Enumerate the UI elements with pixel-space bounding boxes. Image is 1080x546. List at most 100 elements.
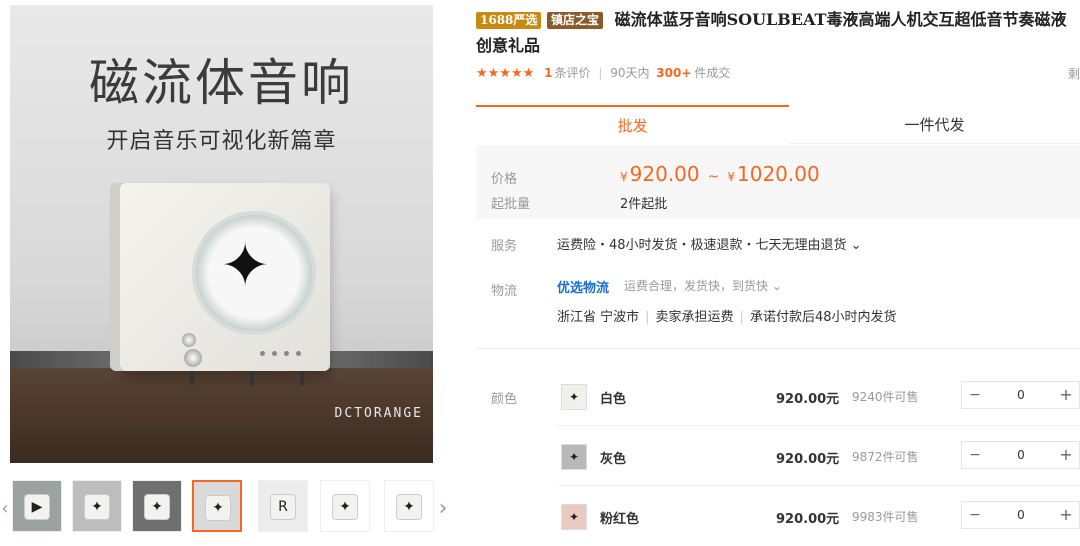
thumbnail-mark: ✦ <box>403 499 415 515</box>
hero-subtitle: 开启音乐可视化新篇章 <box>106 129 337 154</box>
speaker-leg <box>250 371 254 385</box>
quantity-stepper: −0 + <box>961 381 1080 409</box>
quantity-stepper: −0 + <box>961 441 1080 469</box>
shipping-info: 浙江省 宁波市 | 卖家承担运费 | 承诺付款后48小时内发货 <box>557 306 896 325</box>
thumbnail-item[interactable]: ✦ <box>384 480 434 532</box>
tab-wholesale[interactable]: 批发 <box>476 105 789 145</box>
price-min: 920.00 <box>629 162 700 186</box>
ship-promise: 承诺付款后48小时内发货 <box>749 310 897 325</box>
thumbnail-item[interactable]: ✦ <box>320 480 370 532</box>
knob-lower <box>184 349 202 367</box>
sku-price: 920.00元 <box>776 452 840 467</box>
increment-button[interactable]: + <box>1053 442 1079 468</box>
thumbnail-item[interactable]: ✦ <box>192 480 242 532</box>
section-divider <box>476 348 1080 349</box>
sku-swatch-icon[interactable]: ✦ <box>561 384 587 410</box>
moq-label: 起批量 <box>491 197 531 212</box>
quantity-input[interactable]: 0 <box>1002 502 1040 528</box>
thumbnail-mark: ▶ <box>31 499 43 515</box>
sku-price: 920.00元 <box>776 392 840 407</box>
sku-row: ✦ 白色 920.00元 9240件可售 −0 + <box>557 366 1080 426</box>
led-dot <box>272 351 277 356</box>
sku-row: ✦ 粉红色 920.00元 9983件可售 −0 + <box>557 486 1080 546</box>
decrement-button[interactable]: − <box>962 382 988 408</box>
currency-symbol: ¥ <box>727 170 735 184</box>
price-label: 价格 <box>491 172 518 187</box>
freight-policy: 卖家承担运费 <box>655 310 734 325</box>
thumbnail-mark: R <box>278 499 288 515</box>
thumbnail-image: ✦ <box>397 495 421 519</box>
decrement-button[interactable]: − <box>962 502 988 528</box>
sku-stock: 9240件可售 <box>852 390 919 404</box>
speaker-leg <box>190 371 194 385</box>
badge-strict-select: 1688严选 <box>476 12 542 29</box>
ferrofluid-shape: ✦ <box>220 231 271 301</box>
thumbnail-item[interactable]: ✦ <box>72 480 122 532</box>
truncated-edge-text: 剩 <box>1067 67 1080 81</box>
sku-stock: 9983件可售 <box>852 510 919 524</box>
review-count[interactable]: 1 <box>544 66 552 80</box>
thumbnail-item[interactable]: ▶ <box>12 480 62 532</box>
led-dot <box>260 351 265 356</box>
price-max: 1020.00 <box>737 162 820 186</box>
quantity-stepper: −0 + <box>961 501 1080 529</box>
quantity-input[interactable]: 0 <box>1002 382 1040 408</box>
service-label: 服务 <box>491 239 518 254</box>
sku-price: 920.00元 <box>776 512 840 527</box>
thumbnail-item[interactable]: R <box>258 480 308 532</box>
badge-store-treasure: 镇店之宝 <box>546 12 603 29</box>
sku-swatch-icon[interactable]: ✦ <box>561 504 587 530</box>
sku-swatch-icon[interactable]: ✦ <box>561 444 587 470</box>
sku-row: ✦ 灰色 920.00元 9872件可售 −0 + <box>557 426 1080 486</box>
sku-name[interactable]: 灰色 <box>600 448 626 467</box>
main-product-image[interactable]: 磁流体音响 开启音乐可视化新篇章 ✦ DCTORANGE <box>10 5 433 463</box>
thumbnail-strip: ▶ ✦ ✦ ✦ R ✦ ✦ <box>12 480 442 536</box>
ship-origin: 浙江省 宁波市 <box>557 310 640 325</box>
thumbnail-image: ✦ <box>85 495 109 519</box>
period-label: 90天内 <box>610 66 650 80</box>
logistics-dropdown[interactable]: 运费合理，发货快，到货快 ⌄ <box>624 277 782 294</box>
thumbnail-image: ✦ <box>145 495 169 519</box>
sku-stock: 9872件可售 <box>852 450 919 464</box>
thumbnail-image: ✦ <box>206 496 230 520</box>
moq-value: 2件起批 <box>620 197 668 212</box>
knob-upper <box>182 333 196 347</box>
speaker-leg <box>300 371 304 385</box>
color-label: 颜色 <box>491 392 518 407</box>
service-dropdown[interactable]: 运费险・48小时发货・极速退款・七天无理由退货 ⌄ <box>557 234 862 253</box>
product-title-block: 1688严选 镇店之宝 磁流体蓝牙音响SOULBEAT毒液高端人机交互超低音节奏… <box>476 7 1076 59</box>
logistics-brand[interactable]: 优选物流 <box>557 277 609 296</box>
review-label[interactable]: 条评价 <box>554 66 590 80</box>
thumbnail-mark: ✦ <box>151 499 163 515</box>
price-tilde: ~ <box>707 169 720 185</box>
thumbnail-image: ✦ <box>333 495 357 519</box>
thumbnail-image: ▶ <box>25 495 49 519</box>
tab-dropship[interactable]: 一件代发 <box>789 107 1080 144</box>
thumbnail-mark: ✦ <box>339 499 351 515</box>
separator: | <box>739 310 744 325</box>
increment-button[interactable]: + <box>1053 502 1079 528</box>
led-dot <box>296 351 301 356</box>
led-dot <box>284 351 289 356</box>
chevron-left-icon[interactable]: ‹ <box>0 482 10 534</box>
rating-row: ★★★★★ 1 条评价 | 90天内 300+ 件成交 <box>476 66 731 81</box>
sold-count: 300+ <box>656 66 692 80</box>
hero-title: 磁流体音响 <box>89 54 354 112</box>
star-rating-icon: ★★★★★ <box>476 66 535 81</box>
sku-name[interactable]: 粉红色 <box>600 508 639 527</box>
price-range: ¥920.00 ~ ¥1020.00 <box>620 162 820 186</box>
separator: | <box>645 310 650 325</box>
brand-mark: DCTORANGE <box>334 406 423 421</box>
speaker-product: ✦ <box>120 183 330 371</box>
thumbnail-item[interactable]: ✦ <box>132 480 182 532</box>
sku-name[interactable]: 白色 <box>600 388 626 407</box>
chevron-right-icon[interactable]: › <box>437 482 449 534</box>
thumbnail-mark: ✦ <box>91 499 103 515</box>
logistics-label: 物流 <box>491 284 518 299</box>
sold-label: 件成交 <box>694 66 731 80</box>
thumbnail-mark: ✦ <box>212 500 224 516</box>
increment-button[interactable]: + <box>1053 382 1079 408</box>
quantity-input[interactable]: 0 <box>1002 442 1040 468</box>
decrement-button[interactable]: − <box>962 442 988 468</box>
thumbnail-image: R <box>271 495 295 519</box>
